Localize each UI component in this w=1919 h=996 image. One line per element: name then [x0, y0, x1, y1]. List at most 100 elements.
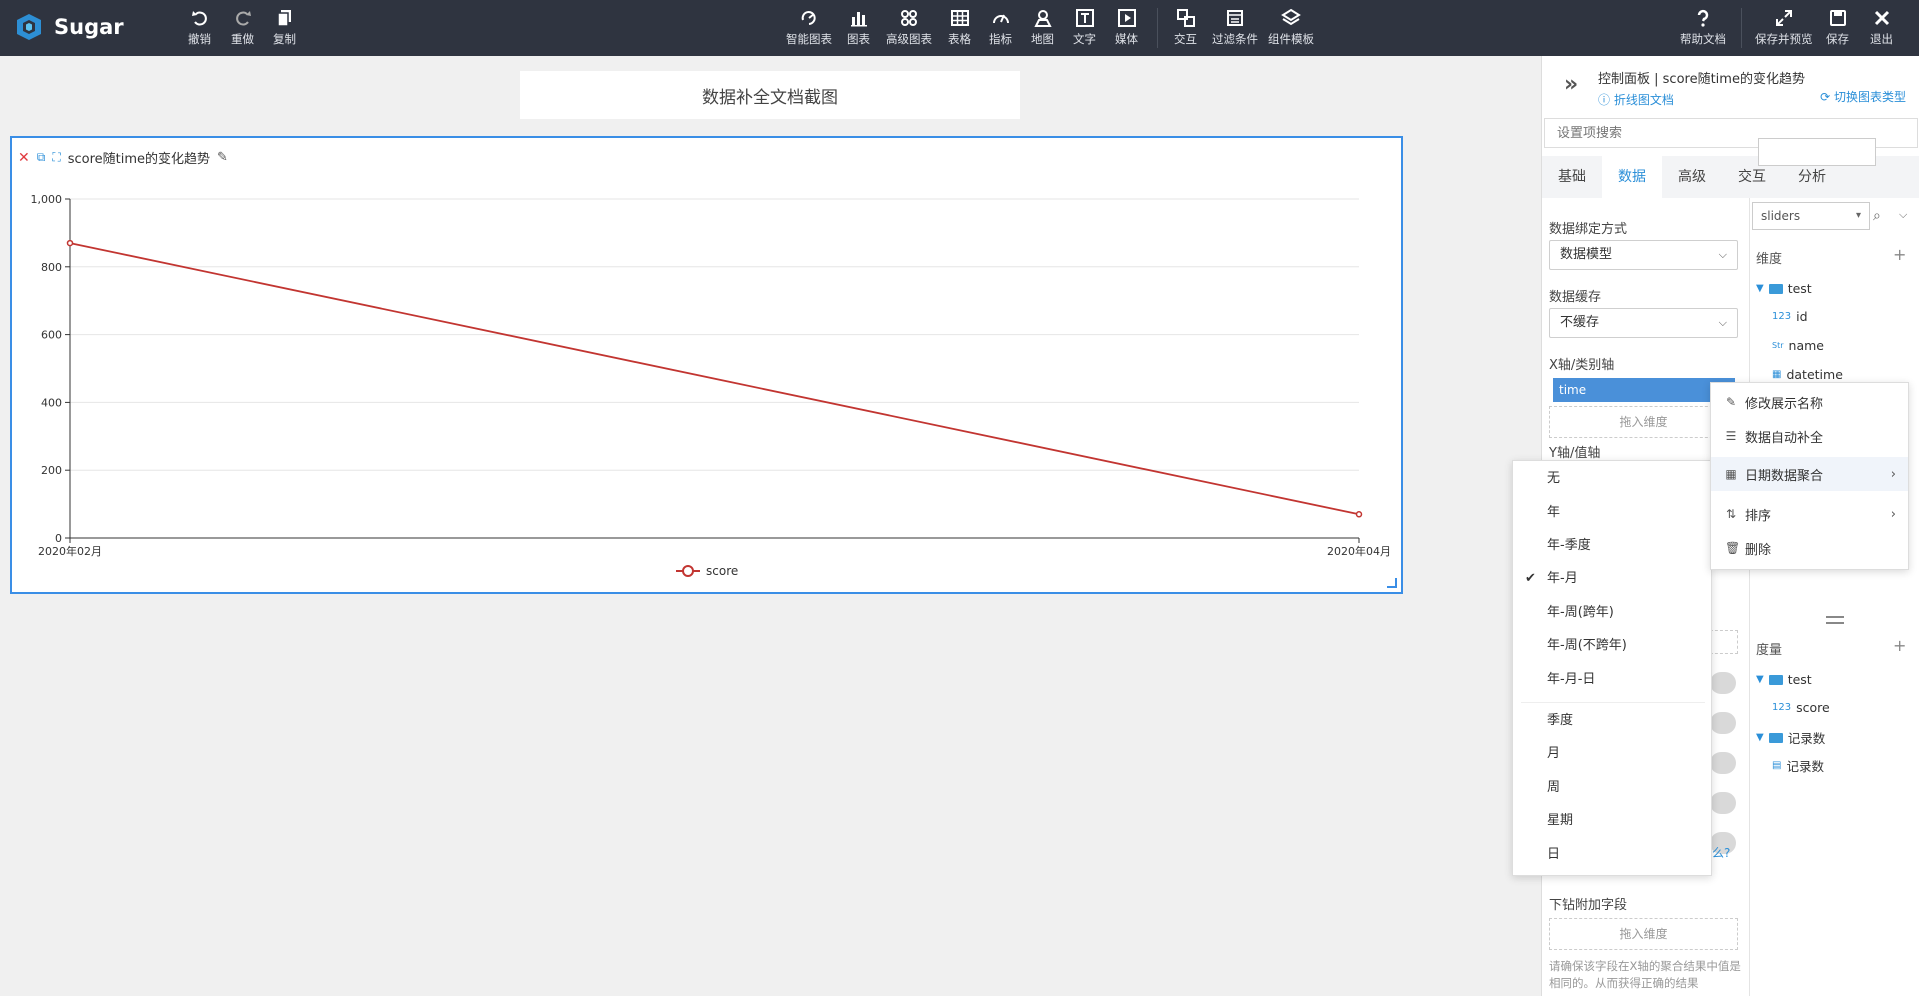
help-question-link[interactable]: 么?: [1712, 844, 1730, 861]
check-icon: ✔: [1525, 571, 1536, 586]
app-logo[interactable]: Sugar: [14, 12, 124, 42]
drill-hint-text: 请确保该字段在X轴的聚合结果中值是相同的。从而获得正确的结果: [1549, 959, 1741, 990]
map-pin-icon: [1033, 10, 1052, 27]
dataset-select[interactable]: sliders ▾: [1752, 202, 1870, 230]
rename-display-menu-item[interactable]: ✎ 修改展示名称: [1711, 385, 1908, 419]
date-option-quarter[interactable]: 季度: [1513, 705, 1711, 737]
chart-card[interactable]: 0 200 400 600 800 1,000 2020年02月 2020年04月 score …: [10, 136, 1403, 594]
measures-title: 度量: [1756, 643, 1783, 658]
close-icon: [1874, 10, 1889, 26]
toggle-switch-3[interactable]: [1710, 752, 1736, 774]
x-axis-field-pill[interactable]: time: [1553, 378, 1735, 402]
folder-icon: [1768, 732, 1783, 743]
switch-chart-type-link[interactable]: ⟳ 切换图表类型: [1820, 88, 1906, 105]
save-button[interactable]: 保存: [1826, 8, 1849, 47]
toggle-switch-4[interactable]: [1710, 792, 1736, 814]
undo-button[interactable]: 撤销: [188, 8, 211, 47]
splitter-handle-icon[interactable]: [1826, 616, 1844, 624]
indicator-button[interactable]: 指标: [989, 8, 1012, 47]
auto-fill-menu-item[interactable]: ☰ 数据自动补全: [1711, 419, 1908, 453]
gauge-icon: [992, 14, 1009, 24]
add-dimension-icon[interactable]: +: [1893, 245, 1909, 264]
delete-menu-item[interactable]: 🗑 删除: [1711, 531, 1908, 565]
table-button[interactable]: 表格: [948, 8, 971, 47]
edit-pencil-icon[interactable]: ✎: [217, 150, 228, 165]
exit-button[interactable]: 退出: [1870, 8, 1893, 47]
y-axis-label: Y轴/值轴: [1549, 446, 1601, 461]
dimension-field-id[interactable]: 123 id: [1772, 309, 1808, 324]
toggle-switch-2[interactable]: [1710, 712, 1736, 734]
date-aggregation-menu: 无 年 年-季度 ✔ 年-月 年-周(跨年) 年-周(不跨年) 年-月-日 季度…: [1512, 460, 1712, 876]
date-option-weekday[interactable]: 星期: [1513, 805, 1711, 837]
chart-button[interactable]: 图表: [847, 8, 870, 47]
component-template-button[interactable]: 组件模板: [1268, 8, 1314, 47]
smart-chart-button[interactable]: 智能图表: [786, 8, 832, 47]
media-button[interactable]: 媒体: [1115, 8, 1138, 47]
number-type-icon: 123: [1772, 311, 1792, 322]
tab-data[interactable]: 数据: [1602, 156, 1662, 198]
date-option-year-month-day[interactable]: 年-月-日: [1513, 664, 1711, 696]
add-measure-icon[interactable]: +: [1893, 636, 1909, 655]
binding-select[interactable]: 数据模型 ⌵: [1549, 240, 1738, 270]
date-option-none[interactable]: 无: [1513, 463, 1711, 495]
string-type-icon: Str: [1772, 341, 1784, 350]
folder-icon: [1768, 674, 1783, 685]
count-field[interactable]: ▤ 记录数: [1772, 756, 1824, 775]
date-option-year[interactable]: 年: [1513, 497, 1711, 529]
collapse-panel-icon[interactable]: »: [1564, 72, 1578, 97]
drill-drop-zone[interactable]: 拖入维度: [1549, 918, 1738, 950]
page-title[interactable]: 数据补全文档截图: [520, 71, 1020, 119]
x-tick-label: 2020年04月: [1327, 544, 1391, 558]
panel-header: » 控制面板 | score随time的变化趋势 ⓘ 折线图文档 ⟳ 切换图表类…: [1542, 56, 1919, 114]
component-template-icon: [1281, 8, 1301, 26]
line-chart-doc-link[interactable]: ⓘ 折线图文档: [1598, 91, 1674, 108]
undo-icon: [191, 11, 207, 26]
interaction-button[interactable]: 交互: [1174, 8, 1197, 47]
resize-handle[interactable]: [1387, 578, 1397, 588]
measure-field-score[interactable]: 123 score: [1772, 700, 1830, 715]
text-button[interactable]: 文字: [1073, 8, 1096, 47]
dimension-field-datetime[interactable]: ▦ datetime: [1772, 367, 1843, 382]
search-icon[interactable]: ⌕: [1873, 208, 1881, 224]
chevron-down-icon: ⌵: [1718, 248, 1727, 261]
date-option-week[interactable]: 周: [1513, 772, 1711, 804]
date-option-day[interactable]: 日: [1513, 839, 1711, 871]
measure-group[interactable]: ▼ test: [1756, 672, 1812, 687]
tab-advanced[interactable]: 高级: [1662, 156, 1722, 198]
sugar-logo-icon: [17, 14, 41, 40]
date-option-month[interactable]: 月: [1513, 738, 1711, 770]
dimension-group[interactable]: ▼ test: [1756, 281, 1812, 296]
date-option-year-week-nocross[interactable]: 年-周(不跨年): [1513, 630, 1711, 662]
y-tick-label: 1,000: [31, 193, 63, 206]
duplicate-icon[interactable]: ⧉: [37, 150, 46, 165]
date-option-year-month[interactable]: ✔ 年-月: [1513, 563, 1711, 595]
save-and-preview-button[interactable]: 保存并预览: [1755, 8, 1813, 47]
fullscreen-icon[interactable]: ⛶: [52, 150, 60, 165]
date-option-year-quarter[interactable]: 年-季度: [1513, 530, 1711, 562]
expand-icon: [1775, 10, 1792, 26]
chevron-down-icon[interactable]: ⌵: [1899, 208, 1907, 222]
tab-basic[interactable]: 基础: [1542, 156, 1602, 198]
delete-icon[interactable]: ✕: [18, 150, 30, 166]
count-type-icon: ▤: [1772, 760, 1782, 771]
filter-button[interactable]: 过滤条件: [1212, 8, 1258, 47]
copy-button[interactable]: 复制: [273, 8, 296, 47]
date-option-year-week-cross[interactable]: 年-周(跨年): [1513, 597, 1711, 629]
cache-select[interactable]: 不缓存 ⌵: [1549, 308, 1738, 338]
redo-button[interactable]: 重做: [231, 8, 254, 47]
count-group[interactable]: ▼ 记录数: [1756, 728, 1825, 747]
map-button[interactable]: 地图: [1031, 8, 1054, 47]
caret-down-icon: ▾: [1855, 210, 1861, 221]
folder-icon: [1768, 283, 1783, 294]
save-icon: [1829, 10, 1846, 26]
chevron-down-icon: ▼: [1756, 283, 1764, 294]
help-doc-button[interactable]: 帮助文档: [1680, 8, 1726, 47]
advanced-chart-button[interactable]: 高级图表: [886, 8, 932, 47]
data-point: [66, 239, 74, 247]
date-aggregation-menu-item[interactable]: ▦ 日期数据聚合 ›: [1711, 457, 1908, 491]
dimensions-title: 维度: [1756, 252, 1783, 267]
toggle-switch-1[interactable]: [1710, 672, 1736, 694]
y-tick-label: 800: [41, 261, 62, 274]
dimension-field-name[interactable]: Str name: [1772, 338, 1824, 353]
sort-menu-item[interactable]: ⇅ 排序 ›: [1711, 497, 1908, 531]
